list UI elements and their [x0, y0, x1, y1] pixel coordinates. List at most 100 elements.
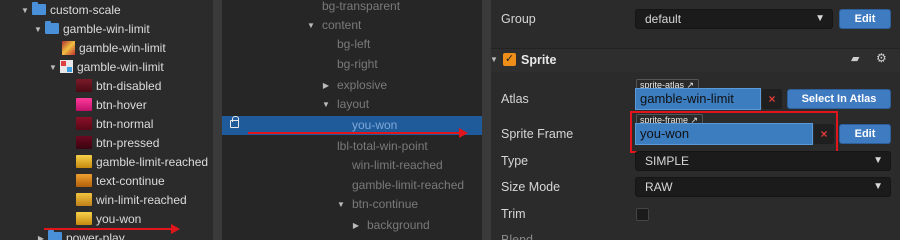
- asset-label: btn-normal: [96, 117, 154, 131]
- node-label: win-limit-reached: [352, 158, 443, 172]
- chevron-right-icon[interactable]: ▶: [321, 76, 331, 95]
- sprite-frame-field[interactable]: you-won: [635, 123, 813, 145]
- asset-label: btn-disabled: [96, 79, 162, 93]
- chevron-down-icon[interactable]: ▼: [336, 195, 346, 214]
- asset-sprite-you-won[interactable]: you-won: [74, 210, 141, 229]
- node-label: background: [367, 218, 430, 232]
- inspector-panel: Group default ▼ Edit ▼ ✓ Sprite ▰ ⚙ spri…: [491, 0, 900, 240]
- asset-label: gamble-limit-reached: [96, 155, 209, 169]
- folder-icon: [45, 21, 59, 35]
- asset-atlas-plist[interactable]: ▼ gamble-win-limit: [48, 58, 164, 77]
- node-win-limit-reached[interactable]: win-limit-reached: [222, 156, 482, 175]
- size-mode-select[interactable]: RAW ▼: [635, 177, 891, 197]
- gear-icon[interactable]: ⚙: [876, 51, 887, 65]
- node-label: lbl-total-win-point: [337, 139, 428, 153]
- asset-label: gamble-win-limit: [77, 60, 164, 74]
- sprite-section-header[interactable]: ▼ ✓ Sprite ▰ ⚙: [491, 48, 900, 72]
- node-label: content: [322, 18, 362, 32]
- node-gamble-limit-reached[interactable]: gamble-limit-reached: [222, 176, 482, 195]
- asset-label: gamble-win-limit: [79, 41, 166, 55]
- chevron-down-icon[interactable]: ▼: [33, 20, 43, 39]
- chevron-down-icon[interactable]: ▼: [20, 1, 30, 20]
- chevron-down-icon[interactable]: ▼: [48, 58, 58, 77]
- chevron-down-icon[interactable]: ▼: [306, 16, 316, 35]
- asset-sprite-win-limit-reached[interactable]: win-limit-reached: [74, 191, 187, 210]
- chevron-down-icon: ▼: [873, 181, 883, 192]
- assets-panel: ▼ custom-scale ▼ gamble-win-limit gamble-w…: [0, 0, 213, 240]
- sprite-frame-icon: [76, 174, 92, 188]
- node-label: btn-continue: [352, 197, 419, 211]
- chevron-down-icon: ▼: [873, 155, 883, 166]
- asset-label: win-limit-reached: [96, 193, 187, 207]
- sprite-enabled-checkbox[interactable]: ✓: [503, 53, 516, 66]
- node-content[interactable]: ▼ content: [222, 16, 482, 35]
- asset-folder-power-play[interactable]: ▶ power-play: [36, 229, 125, 240]
- asset-label: custom-scale: [50, 3, 121, 17]
- node-explosive[interactable]: ▶ explosive: [222, 76, 482, 95]
- panel-splitter[interactable]: [482, 0, 491, 240]
- annotation-arrow: [44, 224, 180, 234]
- node-bg-transparent[interactable]: bg-transparent: [222, 0, 482, 16]
- asset-sprite-btn-normal[interactable]: btn-normal: [74, 115, 153, 134]
- asset-sprite-btn-pressed[interactable]: btn-pressed: [74, 134, 159, 153]
- node-background[interactable]: ▶ background: [222, 216, 482, 235]
- lock-icon[interactable]: [230, 116, 239, 128]
- atlas-clear-button[interactable]: ×: [762, 89, 782, 109]
- sprite-frame-label: Sprite Frame: [501, 127, 574, 141]
- node-bg-left[interactable]: bg-left: [222, 35, 482, 54]
- folder-icon: [32, 2, 46, 16]
- atlas-label: Atlas: [501, 92, 529, 106]
- chevron-down-icon: ▼: [815, 13, 825, 24]
- select-in-atlas-button[interactable]: Select In Atlas: [787, 89, 891, 109]
- trim-checkbox[interactable]: [636, 208, 649, 221]
- sprite-frame-icon: [76, 79, 92, 93]
- asset-sprite-btn-hover[interactable]: btn-hover: [74, 96, 147, 115]
- node-label: gamble-limit-reached: [352, 178, 465, 192]
- book-icon[interactable]: ▰: [851, 52, 859, 65]
- type-value: SIMPLE: [645, 154, 690, 168]
- asset-folder-custom-scale[interactable]: ▼ custom-scale: [20, 1, 121, 20]
- trim-label: Trim: [501, 207, 526, 221]
- sprite-frame-icon: [76, 136, 92, 150]
- chevron-down-icon[interactable]: ▼: [321, 95, 331, 114]
- chevron-down-icon[interactable]: ▼: [491, 55, 499, 64]
- asset-folder-gamble-win-limit[interactable]: ▼ gamble-win-limit: [33, 20, 150, 39]
- size-mode-value: RAW: [645, 180, 673, 194]
- node-label: bg-transparent: [322, 0, 401, 13]
- sprite-section-title: Sprite: [521, 53, 557, 67]
- asset-label: power-play: [66, 231, 125, 240]
- type-select[interactable]: SIMPLE ▼: [635, 151, 891, 171]
- node-bg-right[interactable]: bg-right: [222, 55, 482, 74]
- sprite-frame-edit-button[interactable]: Edit: [839, 124, 891, 144]
- asset-sprite-btn-disabled[interactable]: btn-disabled: [74, 77, 161, 96]
- sprite-atlas-icon: [60, 60, 73, 74]
- group-edit-button[interactable]: Edit: [839, 9, 891, 29]
- atlas-field[interactable]: gamble-win-limit: [635, 88, 761, 110]
- node-btn-continue[interactable]: ▼ btn-continue: [222, 195, 482, 214]
- hierarchy-panel: bg-transparent ▼ content bg-left bg-righ…: [222, 0, 482, 240]
- asset-atlas-image[interactable]: gamble-win-limit: [60, 39, 166, 58]
- asset-label: btn-hover: [96, 98, 147, 112]
- sprite-frame-icon: [76, 212, 92, 226]
- sprite-frame-icon: [76, 193, 92, 207]
- sprite-frame-clear-button[interactable]: ×: [814, 124, 834, 144]
- asset-sprite-gamble-limit-reached[interactable]: gamble-limit-reached: [74, 153, 208, 172]
- sprite-frame-icon: [76, 117, 92, 131]
- chevron-right-icon[interactable]: ▶: [36, 229, 46, 240]
- asset-sprite-text-continue[interactable]: text-continue: [74, 172, 165, 191]
- size-mode-label: Size Mode: [501, 180, 561, 194]
- type-label: Type: [501, 154, 529, 168]
- sprite-frame-icon: [76, 98, 92, 112]
- node-label: layout: [337, 97, 370, 111]
- node-label: explosive: [337, 78, 388, 92]
- node-label: bg-right: [337, 57, 378, 71]
- panel-splitter[interactable]: [213, 0, 222, 240]
- asset-label: you-won: [96, 212, 142, 226]
- group-select[interactable]: default ▼: [635, 9, 833, 29]
- asset-label: text-continue: [96, 174, 165, 188]
- atlas-image-icon: [62, 40, 75, 55]
- chevron-right-icon[interactable]: ▶: [351, 216, 361, 235]
- node-label: bg-left: [337, 37, 371, 51]
- node-layout[interactable]: ▼ layout: [222, 95, 482, 114]
- node-lbl-total-win-point[interactable]: lbl-total-win-point: [222, 137, 482, 156]
